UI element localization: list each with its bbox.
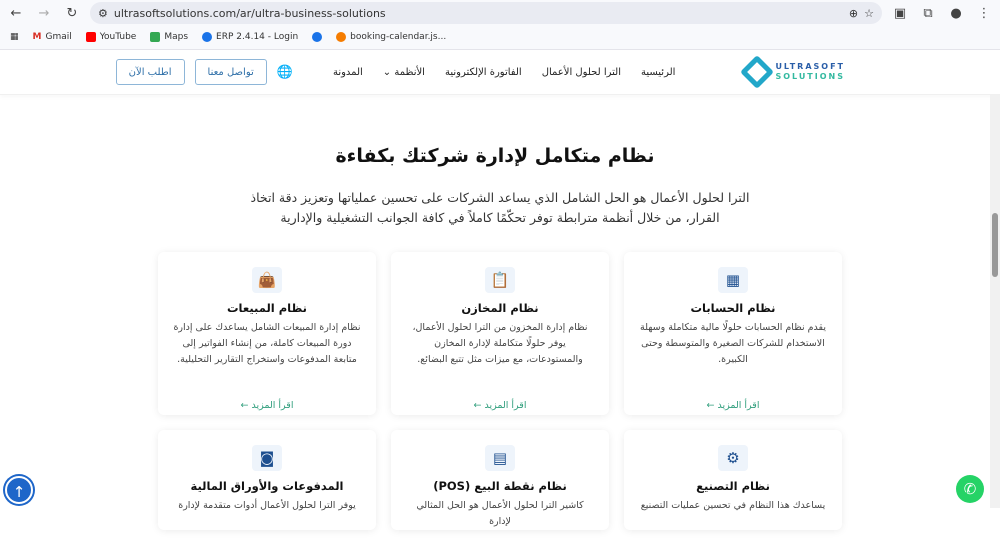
card-title: نظام المبيعات xyxy=(227,301,307,315)
main-nav: الرئيسية الترا لحلول الأعمال الفاتورة ال… xyxy=(333,67,675,78)
apps-icon[interactable]: ▦ xyxy=(10,32,19,42)
browser-chrome: ← → ↻ ⚙ ultrasoftsolutions.com/ar/ultra-… xyxy=(0,0,1000,50)
forward-icon[interactable]: → xyxy=(34,6,54,21)
page-subtitle: الترا لحلول الأعمال هو الحل الشامل الذي … xyxy=(250,190,750,225)
clipboard-check-icon: 📋 xyxy=(485,267,515,293)
read-more-link[interactable]: اقرأ المزيد ← xyxy=(158,400,376,411)
logo-mark-icon xyxy=(740,55,775,89)
robot-arm-icon: ⚙ xyxy=(718,445,748,471)
bookmark-youtube[interactable]: YouTube xyxy=(85,32,137,42)
card-title: المدفوعات والأوراق المالية xyxy=(190,479,344,493)
whatsapp-button[interactable]: ✆ xyxy=(956,475,984,503)
star-icon[interactable]: ☆ xyxy=(864,7,874,20)
zoom-icon[interactable]: ⊕ xyxy=(849,7,858,20)
card-desc: كاشير الترا لحلول الأعمال هو الحل المثال… xyxy=(416,500,584,527)
card-title: نظام المخازن xyxy=(461,301,539,315)
scrollbar[interactable] xyxy=(990,95,1000,508)
site-settings-icon[interactable]: ⚙ xyxy=(98,7,108,20)
read-more-link[interactable]: اقرأ المزيد ← xyxy=(391,400,609,411)
nav-systems[interactable]: الأنظمة ⌄ xyxy=(383,67,425,78)
reload-icon[interactable]: ↻ xyxy=(62,6,82,21)
bookmark-label: Maps xyxy=(164,32,189,42)
logo[interactable]: ULTRASOFT SOLUTIONS xyxy=(740,55,845,89)
page-title: نظام متكامل لإدارة شركتك بكفاءة xyxy=(335,145,655,167)
card-title: نظام الحسابات xyxy=(690,301,776,315)
bookmark-label: Gmail xyxy=(45,32,72,42)
card-inventory: 📋 نظام المخازن نظام إدارة المخزون من الت… xyxy=(391,252,609,415)
card-pos: ▤ نظام نقطة البيع (POS) كاشير الترا لحلو… xyxy=(391,430,609,530)
card-desc: نظام إدارة المبيعات الشامل يساعدك على إد… xyxy=(173,322,361,365)
nav-home[interactable]: الرئيسية xyxy=(641,67,675,78)
bookmark-maps[interactable]: Maps xyxy=(150,32,188,42)
order-button[interactable]: اطلب الآن xyxy=(115,59,185,85)
bookmark-label: YouTube xyxy=(99,32,137,42)
scroll-top-button[interactable]: ↑ xyxy=(5,476,33,504)
money-icon: ◙ xyxy=(252,445,282,471)
contact-button[interactable]: تواصل معنا xyxy=(194,59,267,85)
globe-icon[interactable]: 🌐 xyxy=(277,65,293,80)
cash-register-icon: ▤ xyxy=(485,445,515,471)
card-desc: يوفر الترا لحلول الأعمال أدوات متقدمة لإ… xyxy=(178,500,356,511)
bookmark-blank[interactable] xyxy=(312,32,323,42)
bookmark-erp[interactable]: ERP 2.4.14 - Login xyxy=(202,32,298,42)
address-bar[interactable]: ⚙ ultrasoftsolutions.com/ar/ultra-busine… xyxy=(90,2,882,24)
card-title: نظام نقطة البيع (POS) xyxy=(433,479,567,493)
scrollbar-thumb[interactable] xyxy=(992,213,998,277)
avatar[interactable]: ● xyxy=(946,6,966,21)
card-desc: نظام إدارة المخزون من الترا لحلول الأعما… xyxy=(412,322,588,365)
card-accounts: ▦ نظام الحسابات يقدم نظام الحسابات حلولً… xyxy=(624,252,842,415)
back-icon[interactable]: ← xyxy=(6,6,26,21)
read-more-link[interactable]: اقرأ المزيد ← xyxy=(624,400,842,411)
nav-einvoice[interactable]: الفاتورة الإلكترونية xyxy=(445,67,522,78)
card-sales: 👜 نظام المبيعات نظام إدارة المبيعات الشا… xyxy=(158,252,376,415)
extension-icon[interactable]: ▣ xyxy=(890,6,910,21)
logo-bottom: SOLUTIONS xyxy=(775,72,845,81)
card-desc: يقدم نظام الحسابات حلولًا مالية متكاملة … xyxy=(640,322,826,365)
bookmark-label: ERP 2.4.14 - Login xyxy=(216,32,299,42)
logo-top: ULTRASOFT xyxy=(775,62,845,71)
calculator-icon: ▦ xyxy=(718,267,748,293)
card-title: نظام التصنيع xyxy=(696,479,770,493)
menu-icon[interactable]: ⋮ xyxy=(974,6,994,21)
nav-ultra[interactable]: الترا لحلول الأعمال xyxy=(542,67,621,78)
url-text: ultrasoftsolutions.com/ar/ultra-business… xyxy=(113,6,386,20)
bookmark-label: booking-calendar.js... xyxy=(350,32,447,42)
card-manufacturing: ⚙ نظام التصنيع يساعدك هذا النظام في تحسي… xyxy=(624,430,842,530)
shopping-bag-icon: 👜 xyxy=(252,267,282,293)
nav-blog[interactable]: المدونة xyxy=(333,67,363,78)
site-header: ULTRASOFT SOLUTIONS الرئيسية الترا لحلول … xyxy=(0,50,1000,95)
puzzle-icon[interactable]: ⧉ xyxy=(918,6,938,21)
card-desc: يساعدك هذا النظام في تحسين عمليات التصني… xyxy=(640,500,826,511)
card-payments: ◙ المدفوعات والأوراق المالية يوفر الترا … xyxy=(158,430,376,530)
bookmark-gmail[interactable]: M Gmail xyxy=(33,32,72,42)
bookmark-booking[interactable]: booking-calendar.js... xyxy=(336,32,446,42)
